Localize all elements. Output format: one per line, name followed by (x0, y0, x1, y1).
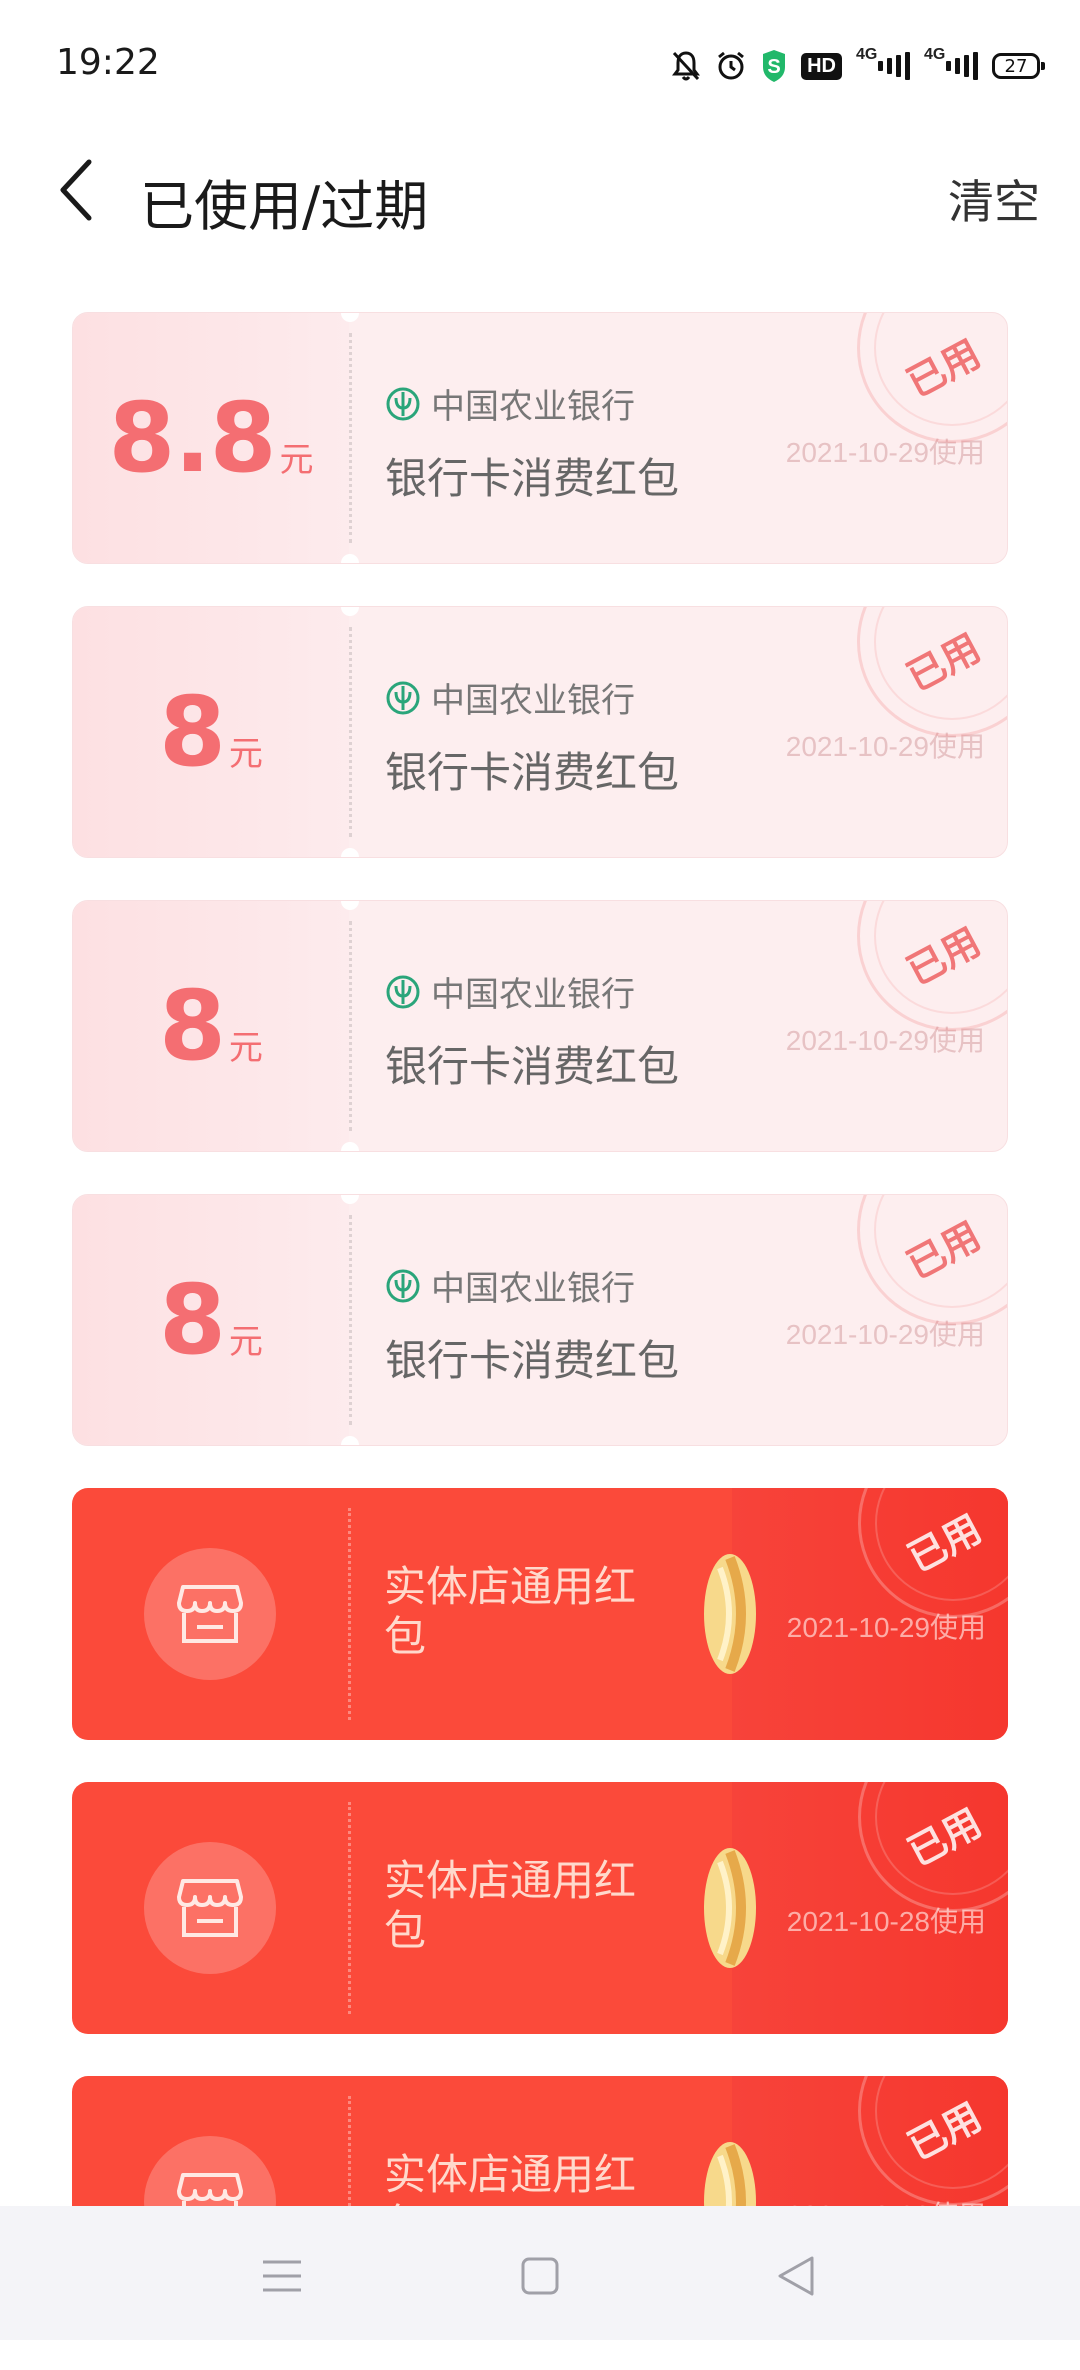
coupon-name: 实体店通用红包 (384, 1562, 637, 1661)
abc-bank-logo-icon (386, 975, 420, 1008)
coupon-amount-area: 8 元 (73, 901, 349, 1151)
stamp-text: 已用 (899, 1213, 988, 1288)
signal-4g-icon: 4G (856, 46, 910, 80)
amount-value: 8 (159, 1264, 226, 1376)
mute-bell-icon (671, 50, 701, 82)
divider (349, 921, 352, 1131)
stamp-text: 已用 (899, 331, 988, 406)
store-coupon-card[interactable]: 实体店通用红包 2021-10-29使用 已用 (72, 1488, 1008, 1740)
system-nav-bar (0, 2206, 1080, 2340)
app-s-icon: S (761, 49, 787, 83)
bank-row: 中国农业银行 (385, 673, 635, 722)
coupon-name: 银行卡消费红包 (385, 454, 680, 503)
store-icon (177, 1585, 243, 1643)
home-button[interactable] (510, 2246, 570, 2306)
signal-4g-label-2: 4G (924, 46, 946, 63)
divider (348, 1802, 351, 2014)
amount-value: 8 (159, 676, 226, 788)
coupon-amount: 8.8 元 (108, 382, 313, 494)
header: 已使用/过期 清空 (0, 130, 1080, 250)
store-icon-circle (144, 1842, 276, 1974)
bank-name: 中国农业银行 (431, 1269, 635, 1309)
menu-button[interactable] (252, 2246, 312, 2306)
clear-button[interactable]: 清空 (948, 166, 1040, 232)
battery-level: 27 (1004, 55, 1028, 77)
svg-text:S: S (767, 56, 780, 78)
stamp-text: 已用 (899, 625, 988, 700)
coupon-name: 实体店通用红包 (384, 1856, 637, 1955)
coin-icon (704, 1848, 756, 1968)
divider (348, 1508, 351, 1720)
coupon-icon-area (72, 1782, 348, 2034)
used-stamp: 已用 (857, 901, 1007, 1031)
stamp-text: 已用 (900, 1506, 989, 1581)
bank-row: 中国农业银行 (385, 967, 635, 1016)
coin-icon (704, 1554, 756, 1674)
store-icon (177, 1879, 243, 1937)
stamp-text: 已用 (899, 919, 988, 994)
amount-unit: 元 (228, 734, 263, 774)
coupon-amount: 8 元 (159, 970, 263, 1082)
divider (349, 1215, 352, 1425)
used-stamp: 已用 (857, 1195, 1007, 1325)
divider (349, 627, 352, 837)
coupon-amount-area: 8.8 元 (73, 313, 349, 563)
store-icon-circle (144, 1548, 276, 1680)
coupon-amount-area: 8 元 (73, 1195, 349, 1445)
back-button[interactable] (40, 140, 110, 240)
amount-value: 8 (159, 970, 226, 1082)
abc-bank-logo-icon (386, 387, 420, 420)
chevron-left-icon (60, 159, 92, 221)
abc-bank-logo-icon (386, 1269, 420, 1302)
bank-name: 中国农业银行 (431, 387, 635, 427)
used-stamp: 已用 (857, 313, 1007, 443)
signal-4g-icon-2: 4G (924, 46, 978, 80)
battery-icon: 27 (992, 53, 1045, 79)
coupon-list: 8.8 元 中国农业银行 银行卡消费红包 2021-10-29使用 已用 8 元… (72, 312, 1008, 2370)
alarm-icon (715, 50, 747, 82)
coupon-card[interactable]: 8 元 中国农业银行 银行卡消费红包 2021-10-29使用 已用 (72, 606, 1008, 858)
coupon-name: 银行卡消费红包 (385, 1336, 680, 1385)
coupon-amount: 8 元 (159, 676, 263, 788)
page-title: 已使用/过期 (140, 175, 429, 238)
amount-unit: 元 (228, 1322, 263, 1362)
menu-icon (263, 2260, 301, 2292)
amount-unit: 元 (279, 440, 314, 480)
coupon-name: 银行卡消费红包 (385, 1042, 680, 1091)
bank-row: 中国农业银行 (385, 379, 635, 428)
back-triangle-icon (778, 2256, 814, 2296)
amount-value: 8.8 (108, 382, 276, 494)
bank-name: 中国农业银行 (431, 681, 635, 721)
status-icons: S HD 4G 4G 27 (671, 46, 1045, 86)
bank-row: 中国农业银行 (385, 1261, 635, 1310)
status-bar: 19:22 S HD 4G 4G 27 (0, 0, 1080, 130)
abc-bank-logo-icon (386, 681, 420, 714)
coupon-amount-area: 8 元 (73, 607, 349, 857)
bank-name: 中国农业银行 (431, 975, 635, 1015)
coupon-icon-area (72, 1488, 348, 1740)
store-coupon-card[interactable]: 实体店通用红包 2021-10-28使用 已用 (72, 1782, 1008, 2034)
home-square-icon (521, 2257, 559, 2295)
coupon-card[interactable]: 8 元 中国农业银行 银行卡消费红包 2021-10-29使用 已用 (72, 900, 1008, 1152)
back-nav-button[interactable] (766, 2246, 826, 2306)
divider (349, 333, 352, 543)
stamp-text: 已用 (900, 2094, 989, 2169)
amount-unit: 元 (228, 1028, 263, 1068)
hd-icon: HD (801, 52, 842, 80)
coupon-card[interactable]: 8 元 中国农业银行 银行卡消费红包 2021-10-29使用 已用 (72, 1194, 1008, 1446)
signal-4g-label: 4G (856, 46, 878, 63)
status-time: 19:22 (56, 42, 160, 83)
coupon-amount: 8 元 (159, 1264, 263, 1376)
used-stamp: 已用 (857, 607, 1007, 737)
stamp-text: 已用 (900, 1800, 989, 1875)
coupon-card[interactable]: 8.8 元 中国农业银行 银行卡消费红包 2021-10-29使用 已用 (72, 312, 1008, 564)
coupon-name: 银行卡消费红包 (385, 748, 680, 797)
